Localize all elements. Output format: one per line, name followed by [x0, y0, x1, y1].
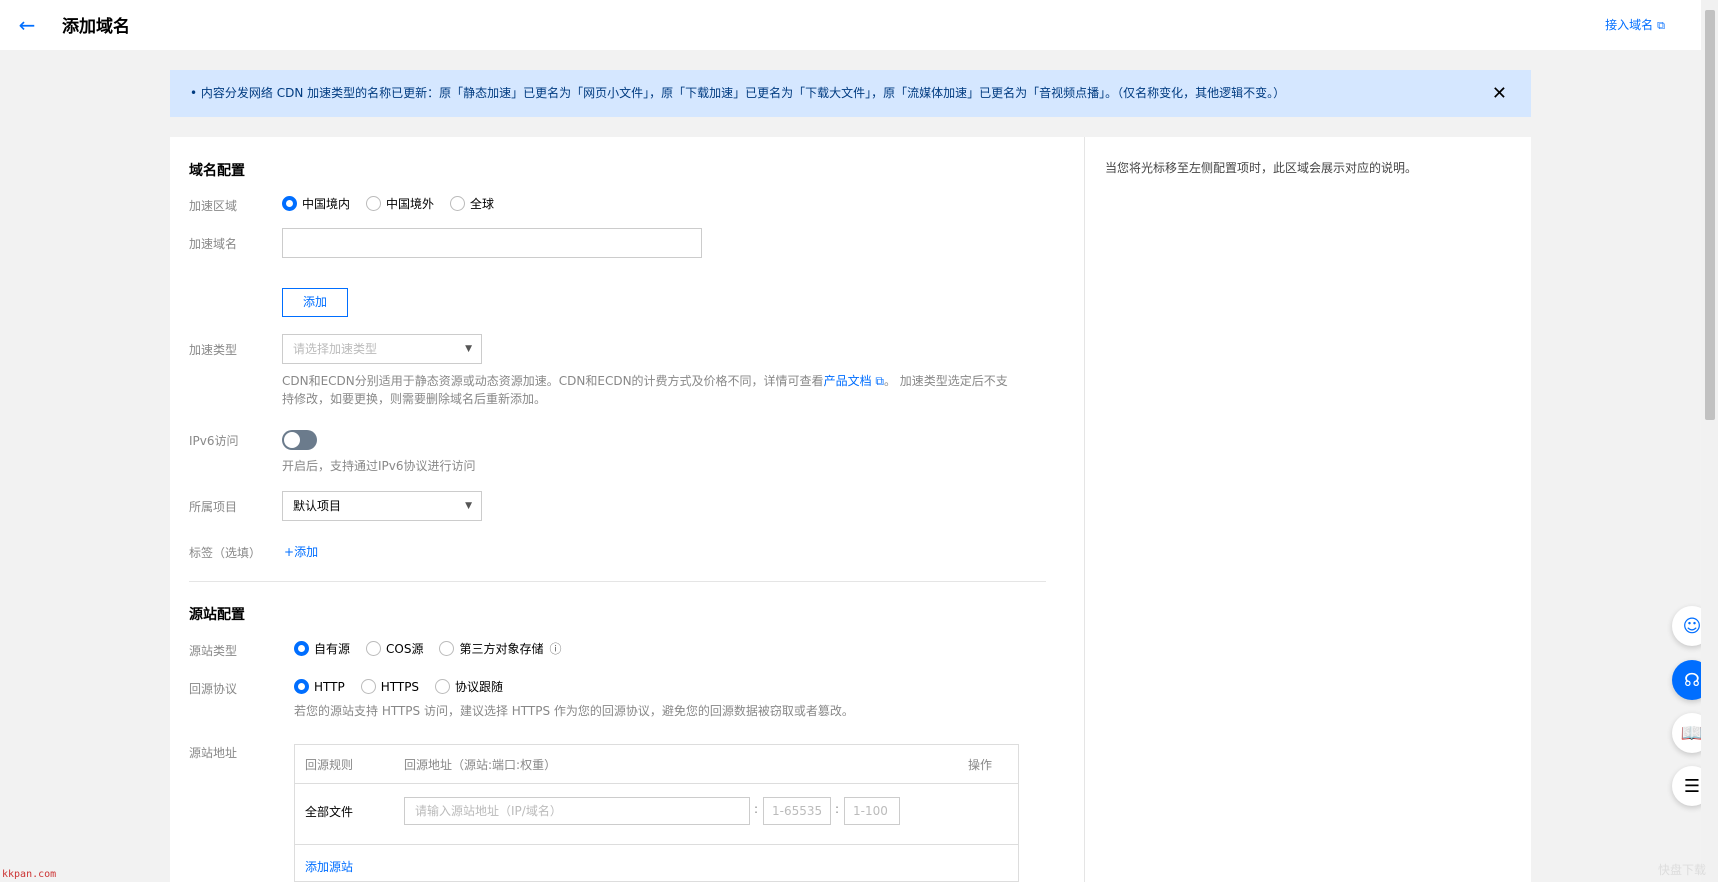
- ipv6-toggle[interactable]: [282, 430, 317, 450]
- origin-type-radio-cos[interactable]: COS源: [366, 640, 423, 657]
- port-input[interactable]: 1-65535: [763, 797, 831, 825]
- top-bar: ← 添加域名 接入域名 ⧉: [0, 0, 1701, 50]
- notice-banner: • 内容分发网络 CDN 加速类型的名称已更新：原「静态加速」已更名为「网页小文…: [170, 70, 1531, 117]
- col-rule-header: 回源规则: [305, 758, 354, 772]
- list-icon: ☰: [1683, 775, 1701, 797]
- watermark-left: kkpan.com: [2, 869, 57, 880]
- smile-icon: ☺: [1682, 615, 1702, 637]
- chevron-down-icon: ▼: [465, 501, 472, 511]
- ipv6-label: IPv6访问: [189, 434, 239, 448]
- origin-section-title: 源站配置: [189, 607, 245, 623]
- radio-icon: [366, 196, 382, 211]
- radio-icon: [366, 641, 382, 656]
- region-radio-domestic[interactable]: 中国境内: [282, 195, 350, 212]
- headset-icon: ☊: [1684, 669, 1700, 691]
- scrollbar-thumb[interactable]: [1705, 10, 1715, 420]
- origin-type-radio-own[interactable]: 自有源: [294, 640, 350, 657]
- region-radio-overseas[interactable]: 中国境外: [366, 195, 434, 212]
- row-divider: [295, 844, 1018, 845]
- col-operation-header: 操作: [968, 758, 993, 772]
- close-icon[interactable]: ✕: [1492, 70, 1507, 117]
- tag-label: 标签（选填）: [189, 546, 262, 560]
- watermark-right: 快盘下载: [1657, 863, 1706, 877]
- page-scrollbar[interactable]: [1701, 0, 1718, 882]
- help-panel: 当您将光标移至左侧配置项时，此区域会展示对应的说明。: [1084, 137, 1531, 882]
- origin-type-label: 源站类型: [189, 644, 238, 658]
- type-select[interactable]: 请选择加速类型 ▼: [282, 334, 482, 364]
- connect-domain-link[interactable]: 接入域名 ⧉: [1605, 16, 1665, 33]
- row-divider: [295, 783, 1018, 784]
- book-icon: 📖: [1680, 722, 1704, 744]
- domain-section-title: 域名配置: [189, 163, 245, 179]
- ipv6-description: 开启后，支持通过IPv6协议进行访问: [282, 459, 476, 473]
- radio-icon: [439, 641, 455, 656]
- type-label: 加速类型: [189, 343, 238, 357]
- protocol-label: 回源协议: [189, 682, 238, 696]
- project-select[interactable]: 默认项目 ▼: [282, 491, 482, 521]
- weight-input[interactable]: 1-100: [844, 797, 900, 825]
- origin-address-label: 源站地址: [189, 746, 238, 760]
- radio-icon: [435, 679, 451, 694]
- section-divider: [189, 581, 1046, 582]
- notice-text: • 内容分发网络 CDN 加速类型的名称已更新：原「静态加速」已更名为「网页小文…: [190, 86, 1286, 100]
- add-origin-link[interactable]: 添加源站: [305, 858, 353, 875]
- add-domain-button[interactable]: 添加: [282, 288, 348, 317]
- chevron-down-icon: ▼: [465, 344, 472, 354]
- radio-icon: [450, 196, 466, 211]
- radio-icon: [360, 679, 376, 694]
- origin-table: 回源规则 回源地址（源站:端口:权重） 操作 全部文件 请输入源站地址（IP/域…: [294, 744, 1019, 882]
- region-label: 加速区域: [189, 199, 238, 213]
- radio-checked-icon: [294, 679, 309, 694]
- external-link-icon: ⧉: [1657, 19, 1665, 32]
- type-description: CDN和ECDN分别适用于静态资源或动态资源加速。CDN和ECDN的计费方式及价…: [282, 374, 1008, 406]
- protocol-description: 若您的源站支持 HTTPS 访问，建议选择 HTTPS 作为您的回源协议，避免您…: [294, 704, 854, 718]
- page-title: 添加域名: [62, 17, 130, 37]
- info-icon[interactable]: ⓘ: [549, 640, 561, 657]
- radio-checked-icon: [294, 641, 309, 656]
- help-text: 当您将光标移至左侧配置项时，此区域会展示对应的说明。: [1105, 161, 1418, 175]
- radio-checked-icon: [282, 196, 297, 211]
- protocol-radio-http[interactable]: HTTP: [294, 678, 345, 695]
- region-radio-group: 中国境内 中国境外 全球: [282, 195, 510, 212]
- origin-type-radio-thirdparty[interactable]: 第三方对象存储 ⓘ: [439, 640, 562, 657]
- config-form: 域名配置 加速区域 中国境内 中国境外 全球 加速域名 添加 加速类型 请选择加…: [170, 137, 1084, 882]
- add-tag-button[interactable]: +添加: [284, 543, 318, 560]
- col-address-header: 回源地址（源站:端口:权重）: [404, 758, 557, 772]
- plus-icon: +: [284, 545, 295, 559]
- region-radio-global[interactable]: 全球: [450, 195, 494, 212]
- product-doc-link[interactable]: 产品文档: [824, 374, 872, 388]
- row-rule-value: 全部文件: [305, 805, 354, 819]
- external-link-icon: ⧉: [871, 374, 884, 388]
- toggle-knob: [284, 432, 300, 448]
- protocol-radio-https[interactable]: HTTPS: [360, 678, 419, 695]
- project-label: 所属项目: [189, 500, 238, 514]
- origin-type-radio-group: 自有源 COS源 第三方对象存储 ⓘ: [294, 640, 578, 657]
- main-panel: 域名配置 加速区域 中国境内 中国境外 全球 加速域名 添加 加速类型 请选择加…: [170, 137, 1531, 882]
- back-arrow-icon[interactable]: ←: [14, 12, 40, 38]
- protocol-radio-follow[interactable]: 协议跟随: [435, 678, 503, 695]
- protocol-radio-group: HTTP HTTPS 协议跟随: [294, 678, 519, 695]
- origin-address-input[interactable]: 请输入源站地址（IP/域名）: [404, 797, 750, 825]
- domain-label: 加速域名: [189, 237, 238, 251]
- domain-input[interactable]: [282, 228, 702, 258]
